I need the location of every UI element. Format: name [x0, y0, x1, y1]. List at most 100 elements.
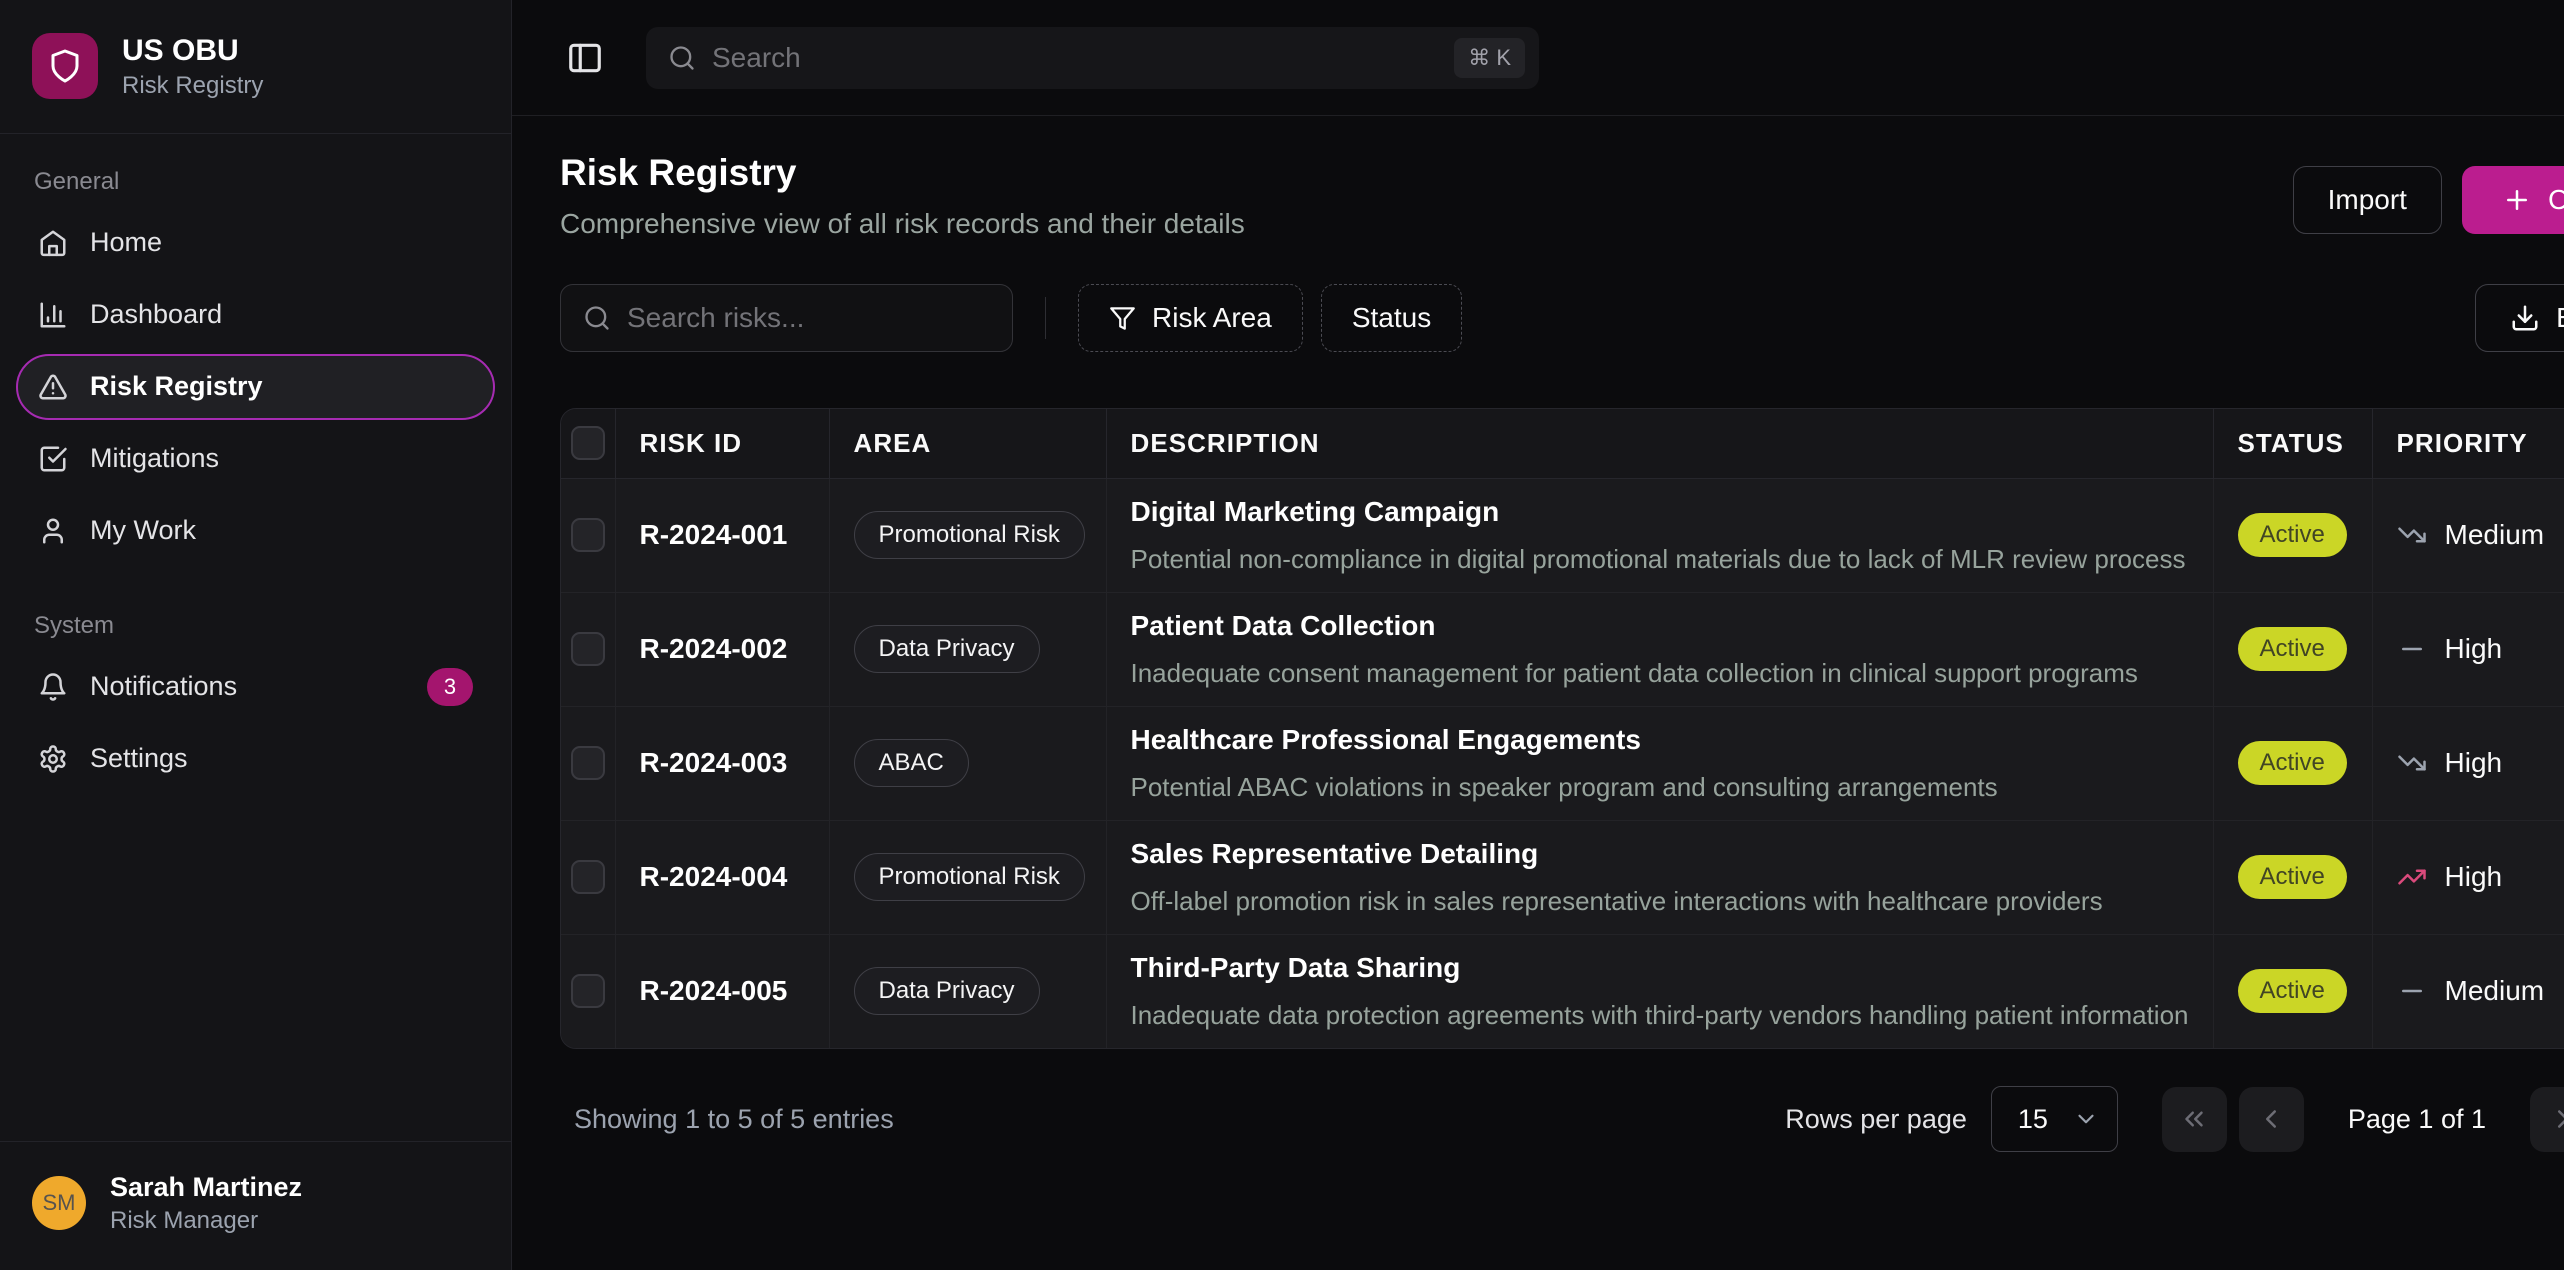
sidebar-item-label: Settings: [90, 743, 188, 774]
priority-label: High: [2445, 861, 2503, 893]
status-badge: Active: [2238, 969, 2347, 1013]
sidebar: US OBU Risk Registry General Home Dashbo…: [0, 0, 512, 1270]
rows-per-page-select[interactable]: 15: [1991, 1086, 2118, 1152]
first-page-button[interactable]: [2162, 1087, 2227, 1152]
plus-icon: [2502, 185, 2532, 215]
risk-id: R-2024-005: [640, 975, 788, 1006]
download-icon: [2510, 303, 2540, 333]
status-filter-button[interactable]: Status: [1321, 284, 1462, 352]
risk-id: R-2024-002: [640, 633, 788, 664]
row-checkbox[interactable]: [571, 746, 605, 780]
table-search[interactable]: [560, 284, 1013, 352]
create-button-label: Create: [2548, 184, 2564, 216]
risk-id: R-2024-001: [640, 519, 788, 550]
row-checkbox[interactable]: [571, 518, 605, 552]
status-badge: Active: [2238, 513, 2347, 557]
risk-area-filter-button[interactable]: Risk Area: [1078, 284, 1303, 352]
sidebar-item-risk-registry[interactable]: Risk Registry: [16, 354, 495, 420]
rows-per-page-value: 15: [2018, 1104, 2048, 1135]
area-badge: ABAC: [854, 739, 969, 787]
chevron-right-icon: [2548, 1104, 2564, 1134]
export-button[interactable]: Export: [2475, 284, 2564, 352]
risk-id: R-2024-004: [640, 861, 788, 892]
sidebar-item-settings[interactable]: Settings: [16, 726, 495, 792]
sidebar-toggle-button[interactable]: [560, 33, 610, 83]
column-header-status: STATUS: [2213, 409, 2372, 478]
rows-per-page-label: Rows per page: [1785, 1104, 1967, 1135]
sidebar-item-label: Mitigations: [90, 443, 219, 474]
risk-description: Potential non-compliance in digital prom…: [1131, 544, 2213, 575]
export-button-label: Export: [2556, 302, 2564, 334]
brand-name: US OBU: [122, 32, 263, 70]
minus-icon: [2397, 976, 2427, 1006]
table-search-input[interactable]: [627, 302, 990, 334]
panel-left-icon: [566, 39, 604, 77]
table-row[interactable]: R-2024-004 Promotional Risk Sales Repres…: [561, 820, 2564, 934]
risk-id: R-2024-003: [640, 747, 788, 778]
global-search-input[interactable]: [712, 42, 1438, 74]
table-row[interactable]: R-2024-001 Promotional Risk Digital Mark…: [561, 478, 2564, 592]
area-badge: Data Privacy: [854, 967, 1040, 1015]
keyboard-shortcut-badge: ⌘ K: [1454, 38, 1525, 78]
priority-label: Medium: [2445, 975, 2545, 1007]
area-badge: Promotional Risk: [854, 853, 1085, 901]
risk-description: Off-label promotion risk in sales repres…: [1131, 886, 2213, 917]
nav-section-system: System: [16, 612, 495, 640]
user-icon: [38, 516, 68, 546]
shield-logo: [32, 33, 98, 99]
row-checkbox[interactable]: [571, 974, 605, 1008]
divider: [1045, 297, 1046, 339]
priority-label: Medium: [2445, 519, 2545, 551]
page-subtitle: Comprehensive view of all risk records a…: [560, 208, 1245, 240]
shield-icon: [47, 48, 83, 84]
table-row[interactable]: R-2024-005 Data Privacy Third-Party Data…: [561, 934, 2564, 1048]
check-square-icon: [38, 444, 68, 474]
risk-title: Healthcare Professional Engagements: [1131, 724, 2213, 756]
sidebar-item-home[interactable]: Home: [16, 210, 495, 276]
minus-icon: [2397, 634, 2427, 664]
sidebar-item-notifications[interactable]: Notifications 3: [16, 654, 495, 720]
area-badge: Data Privacy: [854, 625, 1040, 673]
area-badge: Promotional Risk: [854, 511, 1085, 559]
sidebar-item-dashboard[interactable]: Dashboard: [16, 282, 495, 348]
chevrons-left-icon: [2179, 1104, 2209, 1134]
user-profile[interactable]: SM Sarah Martinez Risk Manager: [0, 1141, 511, 1270]
import-button[interactable]: Import: [2293, 166, 2442, 234]
avatar: SM: [32, 1176, 86, 1230]
chevron-left-icon: [2256, 1104, 2286, 1134]
column-header-description: DESCRIPTION: [1106, 409, 2213, 478]
risk-title: Sales Representative Detailing: [1131, 838, 2213, 870]
global-search[interactable]: ⌘ K: [646, 27, 1539, 89]
next-page-button[interactable]: [2530, 1087, 2564, 1152]
nav-section-general: General: [16, 168, 495, 196]
status-badge: Active: [2238, 627, 2347, 671]
sidebar-item-label: Notifications: [90, 671, 237, 702]
priority-label: High: [2445, 633, 2503, 665]
row-checkbox[interactable]: [571, 860, 605, 894]
bell-icon: [38, 672, 68, 702]
sidebar-item-mitigations[interactable]: Mitigations: [16, 426, 495, 492]
row-checkbox[interactable]: [571, 632, 605, 666]
sidebar-item-my-work[interactable]: My Work: [16, 498, 495, 564]
table-footer: Showing 1 to 5 of 5 entries Rows per pag…: [560, 1085, 2564, 1153]
topbar: ⌘ K: [512, 0, 2564, 116]
entries-summary: Showing 1 to 5 of 5 entries: [574, 1104, 894, 1135]
table-row[interactable]: R-2024-003 ABAC Healthcare Professional …: [561, 706, 2564, 820]
risk-area-filter-label: Risk Area: [1152, 302, 1272, 334]
sidebar-item-label: Dashboard: [90, 299, 222, 330]
alert-triangle-icon: [38, 372, 68, 402]
page-content: Risk Registry Comprehensive view of all …: [512, 116, 2564, 1153]
table-row[interactable]: R-2024-002 Data Privacy Patient Data Col…: [561, 592, 2564, 706]
user-role: Risk Manager: [110, 1205, 302, 1236]
chevron-down-icon: [2073, 1106, 2099, 1132]
brand: US OBU Risk Registry: [0, 0, 511, 134]
previous-page-button[interactable]: [2239, 1087, 2304, 1152]
user-name: Sarah Martinez: [110, 1170, 302, 1205]
table-header-row: RISK ID AREA DESCRIPTION STATUS PRIORITY: [561, 409, 2564, 478]
status-badge: Active: [2238, 855, 2347, 899]
risk-table-card: RISK ID AREA DESCRIPTION STATUS PRIORITY…: [560, 408, 2564, 1049]
sidebar-nav: General Home Dashboard Risk Registry Mit…: [0, 134, 511, 1141]
select-all-checkbox[interactable]: [571, 426, 605, 460]
create-button[interactable]: Create: [2462, 166, 2564, 234]
priority-label: High: [2445, 747, 2503, 779]
